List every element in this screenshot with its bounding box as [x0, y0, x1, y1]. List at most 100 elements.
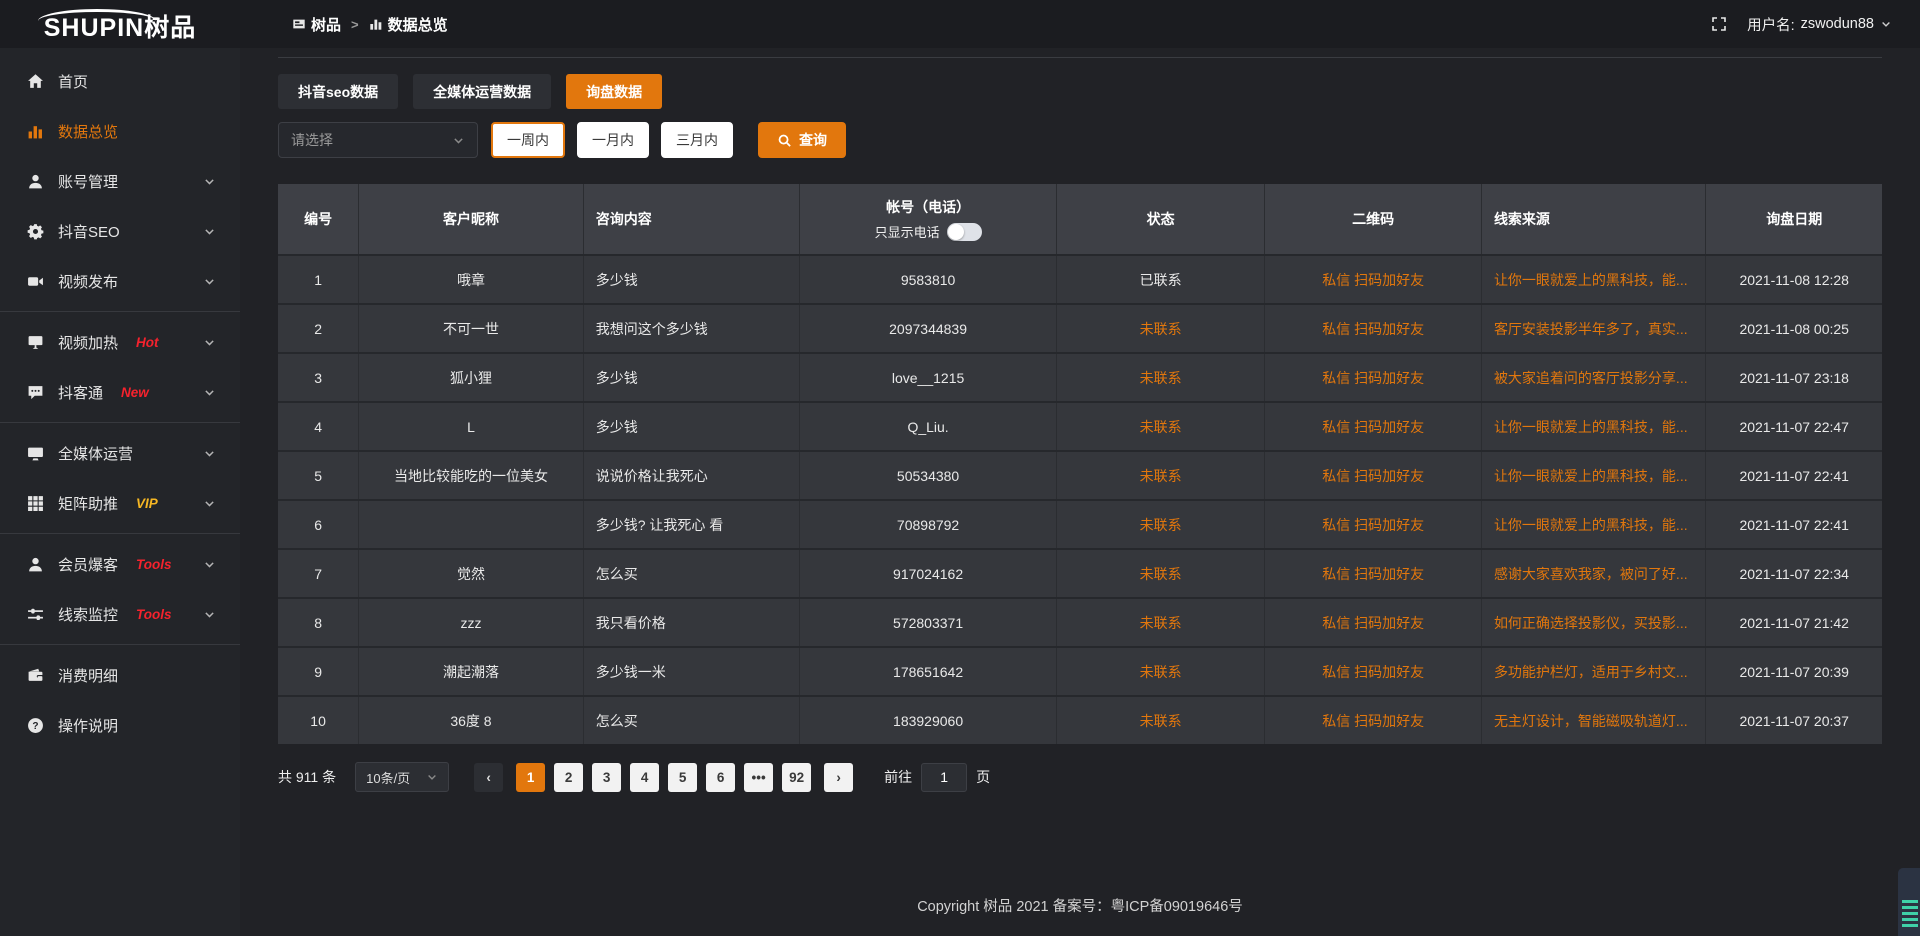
chevron-down-icon: [203, 175, 216, 188]
page-button[interactable]: 4: [630, 763, 659, 792]
cell-qr-link[interactable]: 私信 扫码加好友: [1264, 305, 1481, 352]
app-logo[interactable]: SHUPIN树品: [0, 8, 240, 41]
next-page-button[interactable]: ›: [824, 763, 853, 792]
cell-nickname: 不可一世: [358, 305, 583, 352]
top-header: SHUPIN树品 树品 > 数据总览 用户名: zswodun88: [0, 0, 1920, 48]
cell-id: 10: [278, 697, 358, 744]
table-row: 8zzz我只看价格572803371未联系私信 扫码加好友如何正确选择投影仪，买…: [278, 597, 1882, 646]
cell-account: 9583810: [799, 256, 1056, 303]
cell-date: 2021-11-08 12:28: [1705, 256, 1881, 303]
cell-date: 2021-11-07 21:42: [1705, 599, 1881, 646]
cell-source-link[interactable]: 让你一眼就爱上的黑科技，能...: [1481, 403, 1706, 450]
cell-qr-link[interactable]: 私信 扫码加好友: [1264, 599, 1481, 646]
breadcrumb-item-home[interactable]: 树品: [292, 14, 341, 35]
filter-select-placeholder: 请选择: [291, 130, 333, 150]
cell-qr-link[interactable]: 私信 扫码加好友: [1264, 256, 1481, 303]
sidebar-item[interactable]: 视频加热Hot: [0, 317, 240, 367]
cell-qr-link[interactable]: 私信 扫码加好友: [1264, 452, 1481, 499]
sidebar-item[interactable]: 会员爆客Tools: [0, 539, 240, 589]
tab[interactable]: 询盘数据: [566, 74, 662, 109]
cell-qr-link[interactable]: 私信 扫码加好友: [1264, 550, 1481, 597]
page-button[interactable]: 92: [782, 763, 811, 792]
cell-nickname: L: [358, 403, 583, 450]
cell-content: 多少钱? 让我死心 看: [583, 501, 800, 548]
breadcrumb-item-current[interactable]: 数据总览: [369, 14, 448, 35]
cell-source-link[interactable]: 让你一眼就爱上的黑科技，能...: [1481, 256, 1706, 303]
sidebar-item[interactable]: 消费明细: [0, 650, 240, 700]
corner-widget[interactable]: [1898, 868, 1920, 936]
sidebar-item-label: 抖客通: [58, 382, 103, 403]
goto-page-input[interactable]: [921, 763, 967, 792]
cell-account: 2097344839: [799, 305, 1056, 352]
search-button[interactable]: 查询: [758, 122, 846, 158]
cell-nickname: 觉然: [358, 550, 583, 597]
phone-only-toggle[interactable]: [947, 223, 982, 241]
sidebar-item[interactable]: 全媒体运营: [0, 428, 240, 478]
sidebar-item[interactable]: 数据总览: [0, 106, 240, 156]
chevron-down-icon: [1880, 18, 1892, 30]
page-button[interactable]: 1: [516, 763, 545, 792]
wallet-icon: [26, 667, 44, 684]
sidebar-item-label: 视频加热: [58, 332, 118, 353]
cell-content: 多少钱一米: [583, 648, 800, 695]
cell-qr-link[interactable]: 私信 扫码加好友: [1264, 501, 1481, 548]
sidebar-item[interactable]: ?操作说明: [0, 700, 240, 750]
sidebar-item[interactable]: 抖音SEO: [0, 206, 240, 256]
main-content: 抖音seo数据全媒体运营数据询盘数据 请选择 一周内一月内三月内 查询 编号 客…: [240, 48, 1920, 936]
page-size-select[interactable]: 10条/页: [355, 762, 449, 792]
page-button[interactable]: 5: [668, 763, 697, 792]
monitor-icon: [26, 445, 44, 462]
cell-source-link[interactable]: 多功能护栏灯，适用于乡村文...: [1481, 648, 1706, 695]
header-right: 用户名: zswodun88: [1711, 14, 1920, 35]
cell-qr-link[interactable]: 私信 扫码加好友: [1264, 697, 1481, 744]
col-source: 线索来源: [1481, 184, 1706, 254]
cell-source-link[interactable]: 被大家追着问的客厅投影分享...: [1481, 354, 1706, 401]
sidebar-item-label: 矩阵助推: [58, 493, 118, 514]
cell-source-link[interactable]: 如何正确选择投影仪，买投影...: [1481, 599, 1706, 646]
range-button[interactable]: 一月内: [577, 122, 649, 158]
sidebar-item[interactable]: 线索监控Tools: [0, 589, 240, 639]
cell-content: 说说价格让我死心: [583, 452, 800, 499]
filter-select[interactable]: 请选择: [278, 122, 478, 158]
panel-icon: [292, 17, 306, 31]
page-button[interactable]: •••: [744, 763, 773, 792]
sidebar-item[interactable]: 矩阵助推VIP: [0, 478, 240, 528]
user-menu[interactable]: 用户名: zswodun88: [1747, 14, 1892, 35]
cell-id: 3: [278, 354, 358, 401]
cell-date: 2021-11-07 20:39: [1705, 648, 1881, 695]
fullscreen-icon[interactable]: [1711, 16, 1727, 32]
cell-id: 6: [278, 501, 358, 548]
sidebar-item-label: 线索监控: [58, 604, 118, 625]
cell-qr-link[interactable]: 私信 扫码加好友: [1264, 648, 1481, 695]
breadcrumb: 树品 > 数据总览: [292, 14, 448, 35]
cell-account: 50534380: [799, 452, 1056, 499]
cell-qr-link[interactable]: 私信 扫码加好友: [1264, 403, 1481, 450]
cell-account: Q_Liu.: [799, 403, 1056, 450]
sidebar-item-label: 全媒体运营: [58, 443, 133, 464]
cell-nickname: 狐小狸: [358, 354, 583, 401]
tab[interactable]: 全媒体运营数据: [413, 74, 551, 109]
tab[interactable]: 抖音seo数据: [278, 74, 398, 109]
cell-source-link[interactable]: 让你一眼就爱上的黑科技，能...: [1481, 501, 1706, 548]
sidebar-item[interactable]: 首页: [0, 56, 240, 106]
cell-account: 572803371: [799, 599, 1056, 646]
table-row: 7觉然怎么买917024162未联系私信 扫码加好友感谢大家喜欢我家，被问了好.…: [278, 548, 1882, 597]
table-row: 6多少钱? 让我死心 看70898792未联系私信 扫码加好友让你一眼就爱上的黑…: [278, 499, 1882, 548]
range-button[interactable]: 三月内: [661, 122, 733, 158]
cell-source-link[interactable]: 让你一眼就爱上的黑科技，能...: [1481, 452, 1706, 499]
page-button[interactable]: 6: [706, 763, 735, 792]
cell-source-link[interactable]: 感谢大家喜欢我家，被问了好...: [1481, 550, 1706, 597]
phone-toggle-row: 只显示电话: [875, 222, 982, 241]
chevron-down-icon: [426, 771, 438, 783]
cell-source-link[interactable]: 无主灯设计，智能磁吸轨道灯...: [1481, 697, 1706, 744]
prev-page-button[interactable]: ‹: [474, 763, 503, 792]
range-button[interactable]: 一周内: [491, 122, 565, 158]
cell-content: 多少钱: [583, 354, 800, 401]
page-button[interactable]: 2: [554, 763, 583, 792]
sidebar-item[interactable]: 视频发布: [0, 256, 240, 306]
sidebar-item[interactable]: 抖客通New: [0, 367, 240, 417]
page-button[interactable]: 3: [592, 763, 621, 792]
sidebar-item[interactable]: 账号管理: [0, 156, 240, 206]
cell-qr-link[interactable]: 私信 扫码加好友: [1264, 354, 1481, 401]
cell-source-link[interactable]: 客厅安装投影半年多了，真实...: [1481, 305, 1706, 352]
